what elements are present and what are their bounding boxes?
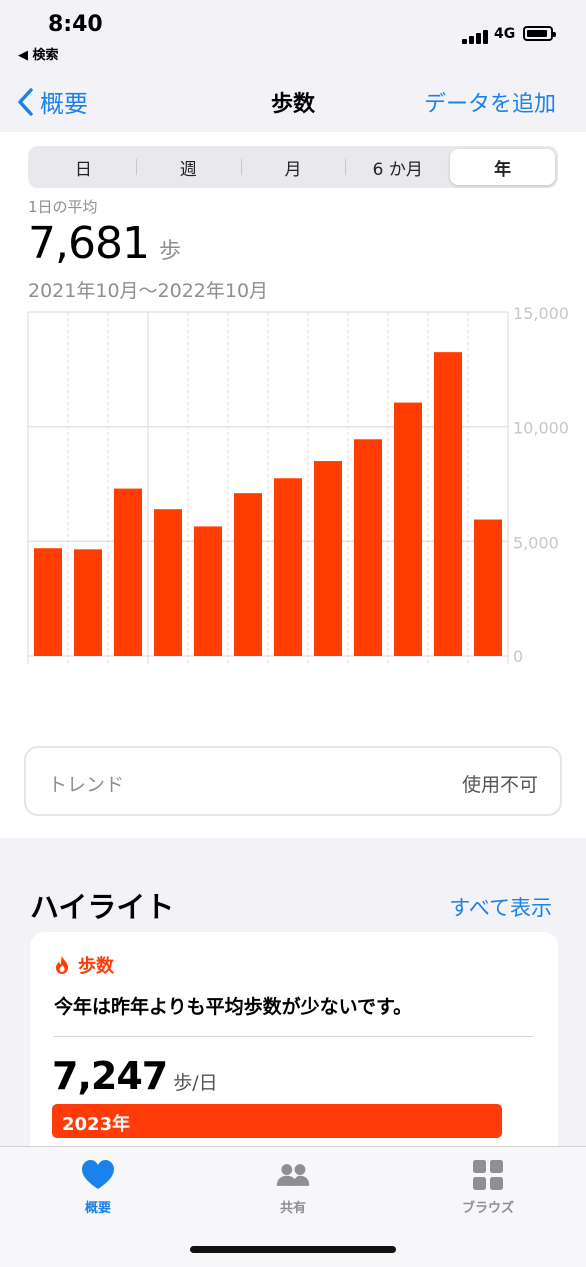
tab-browse-label: ブラウズ (461, 1201, 514, 1216)
network-type: 4G (494, 26, 516, 42)
navigation-bar: 概要 歩数 データを追加 (0, 70, 586, 132)
tab-browse[interactable]: ブラウズ (438, 1159, 538, 1216)
chart-bar (474, 519, 502, 656)
daily-average-label: 1日の平均 (28, 198, 98, 216)
highlight-comparison-bar: 2023年 (52, 1104, 502, 1138)
y-tick-label: 5,000 (513, 533, 559, 552)
highlight-message: 今年は昨年よりも平均歩数が少ないです。 (54, 996, 413, 1018)
chart-bar (114, 488, 142, 656)
segment-6-months[interactable]: 6 か月 (345, 149, 450, 185)
people-icon (276, 1164, 310, 1186)
add-data-button[interactable]: データを追加 (424, 86, 556, 118)
y-tick-label: 10,000 (513, 419, 569, 438)
steps-bar-chart[interactable]: 05,00010,00015,00010月11月12月1月2月3月4月5月6月7… (0, 304, 586, 664)
chart-bar (234, 493, 262, 656)
tab-sharing-label: 共有 (279, 1201, 306, 1216)
steps-detail-card: 日 週 月 6 か月 年 1日の平均 7,681 歩 2021年10月〜2022年… (0, 132, 586, 838)
highlight-unit: 歩/日 (173, 1072, 218, 1094)
status-time: 8:40 (48, 12, 103, 37)
tab-summary[interactable]: 概要 (48, 1159, 148, 1216)
highlight-number: 7,247 (52, 1054, 168, 1098)
highlight-bar-label: 2023年 (62, 1114, 131, 1135)
y-tick-label: 15,000 (513, 304, 569, 323)
grid-icon (473, 1160, 503, 1190)
segment-week[interactable]: 週 (135, 149, 241, 185)
tab-sharing[interactable]: 共有 (243, 1159, 343, 1216)
battery-icon (523, 26, 556, 41)
y-tick-label: 0 (513, 647, 523, 664)
chart-bar (34, 548, 62, 656)
highlight-category: 歩数 (54, 952, 114, 978)
segment-year[interactable]: 年 (450, 149, 555, 185)
date-range: 2021年10月〜2022年10月 (28, 280, 269, 302)
flame-icon (56, 956, 68, 974)
status-bar: 8:40 ◀ 検索 4G (0, 0, 586, 70)
highlight-value: 7,247 歩/日 (52, 1054, 218, 1098)
see-all-link[interactable]: すべて表示 (449, 892, 552, 922)
segment-month[interactable]: 月 (240, 149, 346, 185)
signal-icon (462, 30, 490, 44)
chart-bar (434, 352, 462, 656)
highlight-category-label: 歩数 (78, 956, 114, 977)
trend-value: 使用不可 (461, 774, 538, 796)
chart-bar (194, 526, 222, 656)
highlight-card[interactable]: 歩数 今年は昨年よりも平均歩数が少ないです。 7,247 歩/日 2023年 (30, 932, 558, 1172)
chart-bar (314, 461, 342, 656)
daily-average-number: 7,681 (28, 218, 150, 269)
chart-bar (354, 439, 382, 656)
period-segmented-control[interactable]: 日 週 月 6 か月 年 (28, 146, 558, 188)
daily-average-unit: 歩 (158, 239, 181, 264)
chart-bar (74, 549, 102, 656)
segment-day[interactable]: 日 (31, 149, 136, 185)
divider (54, 1036, 534, 1037)
heart-icon (82, 1160, 114, 1189)
tab-summary-label: 概要 (84, 1201, 111, 1216)
chart-bar (154, 509, 182, 656)
highlights-heading: ハイライト (30, 890, 175, 924)
trend-label: トレンド (48, 774, 125, 796)
home-indicator (190, 1246, 396, 1253)
daily-average-value: 7,681 歩 (28, 218, 181, 269)
chart-bar (274, 478, 302, 656)
chart-bar (394, 402, 422, 656)
back-to-app-link[interactable]: ◀ 検索 (18, 44, 59, 63)
trend-row[interactable]: トレンド 使用不可 (24, 746, 562, 816)
